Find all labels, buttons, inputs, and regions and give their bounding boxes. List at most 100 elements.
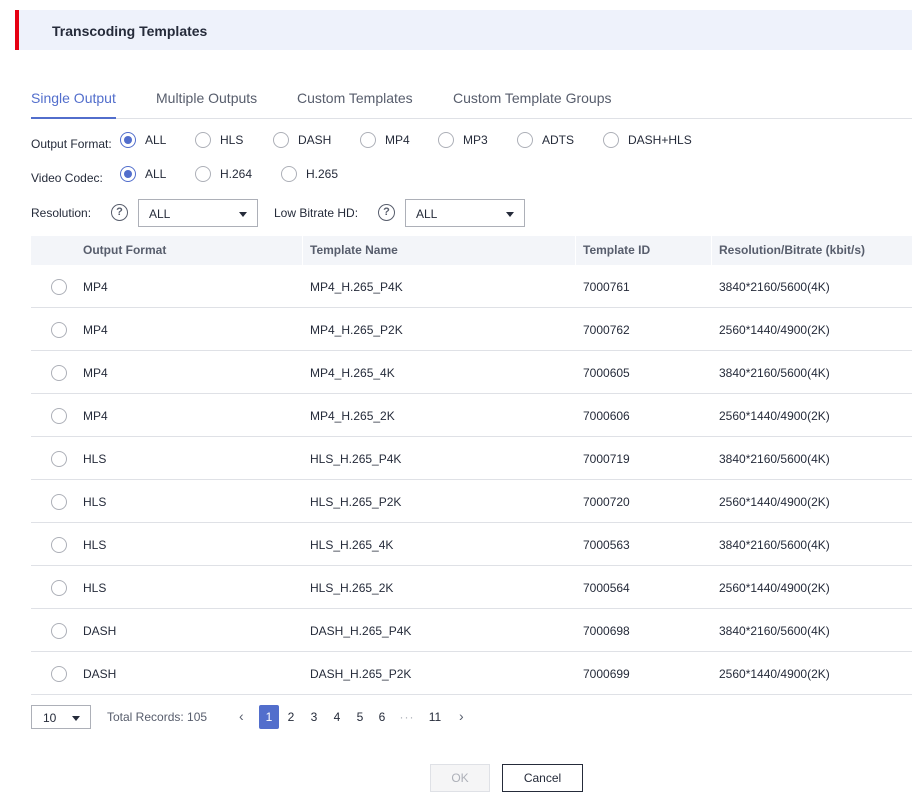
page-2-button[interactable]: 2	[281, 705, 301, 729]
cell-output-format: MP4	[83, 323, 108, 337]
cell-output-format: MP4	[83, 280, 108, 294]
cell-output-format: MP4	[83, 366, 108, 380]
table-row[interactable]: MP4 MP4_H.265_4K 7000605 3840*2160/5600(4K)	[31, 351, 912, 394]
row-radio-button[interactable]	[51, 365, 67, 381]
cell-output-format: MP4	[83, 409, 108, 423]
row-radio-button[interactable]	[51, 451, 67, 467]
cell-output-format: HLS	[83, 538, 107, 552]
video-codec-label: Video Codec:	[31, 171, 103, 185]
table-row[interactable]: HLS HLS_H.265_4K 7000563 3840*2160/5600(4K)	[31, 523, 912, 566]
output-format-option-all[interactable]: ALL	[120, 132, 166, 148]
total-records: Total Records: 105	[107, 710, 208, 724]
cell-template-name: HLS_H.265_P4K	[310, 452, 402, 466]
chevron-down-icon	[506, 212, 514, 217]
video-codec-option-all[interactable]: ALL	[120, 166, 166, 182]
templates-table: Output Format Template Name Template ID …	[31, 236, 912, 695]
question-circle-icon[interactable]: ?	[111, 204, 128, 221]
output-format-label: Output Format:	[31, 137, 112, 151]
tab-custom-template-groups[interactable]: Custom Template Groups	[453, 90, 611, 106]
output-format-option-dash[interactable]: DASH	[273, 132, 331, 148]
cell-resolution-bitrate: 3840*2160/5600(4K)	[719, 280, 830, 294]
page-5-button[interactable]: 5	[350, 705, 370, 729]
tab-single-output[interactable]: Single Output	[31, 90, 116, 119]
cell-output-format: HLS	[83, 581, 107, 595]
cancel-button[interactable]: Cancel	[502, 764, 583, 792]
radio-circle	[195, 132, 211, 148]
table-row[interactable]: HLS HLS_H.265_2K 7000564 2560*1440/4900(2K)	[31, 566, 912, 609]
row-radio-button[interactable]	[51, 537, 67, 553]
cell-template-id: 7000605	[583, 366, 630, 380]
table-row[interactable]: DASH DASH_H.265_P4K 7000698 3840*2160/5600(…	[31, 609, 912, 652]
radio-circle	[360, 132, 376, 148]
tab-multiple-outputs[interactable]: Multiple Outputs	[156, 90, 257, 106]
output-format-option-mp3[interactable]: MP3	[438, 132, 488, 148]
row-radio-button[interactable]	[51, 279, 67, 295]
column-header-resolution-bitrate: Resolution/Bitrate (kbit/s)	[710, 236, 865, 265]
ok-button[interactable]: OK	[430, 764, 490, 792]
tab-custom-templates[interactable]: Custom Templates	[297, 90, 413, 106]
header-accent-bar	[15, 10, 19, 50]
table-row[interactable]: MP4 MP4_H.265_P4K 7000761 3840*2160/5600(4K…	[31, 265, 912, 308]
page-11-button[interactable]: 11	[425, 705, 445, 729]
page-6-button[interactable]: 6	[372, 705, 392, 729]
cell-output-format: HLS	[83, 495, 107, 509]
output-format-option-mp4[interactable]: MP4	[360, 132, 410, 148]
cell-template-id: 7000761	[583, 280, 630, 294]
cell-template-name: DASH_H.265_P4K	[310, 624, 412, 638]
low-bitrate-hd-label: Low Bitrate HD:	[274, 206, 359, 220]
row-radio-button[interactable]	[51, 322, 67, 338]
radio-circle	[120, 166, 136, 182]
cell-resolution-bitrate: 3840*2160/5600(4K)	[719, 538, 830, 552]
radio-circle	[195, 166, 211, 182]
page-ellipsis: ···	[399, 710, 415, 724]
cell-template-id: 7000563	[583, 538, 630, 552]
radio-circle	[517, 132, 533, 148]
output-format-option-hls[interactable]: HLS	[195, 132, 243, 148]
radio-circle	[603, 132, 619, 148]
cell-template-name: HLS_H.265_4K	[310, 538, 394, 552]
cell-template-id: 7000720	[583, 495, 630, 509]
table-row[interactable]: MP4 MP4_H.265_2K 7000606 2560*1440/4900(2K)	[31, 394, 912, 437]
cell-template-id: 7000606	[583, 409, 630, 423]
question-circle-icon[interactable]: ?	[378, 204, 395, 221]
chevron-right-icon[interactable]: ›	[459, 708, 464, 724]
cell-output-format: DASH	[83, 624, 117, 638]
resolution-select[interactable]: ALL	[138, 199, 258, 227]
cell-resolution-bitrate: 2560*1440/4900(2K)	[719, 667, 830, 681]
cell-template-id: 7000762	[583, 323, 630, 337]
cell-template-name: MP4_H.265_2K	[310, 409, 395, 423]
output-format-option-adts[interactable]: ADTS	[517, 132, 574, 148]
video-codec-option-h264[interactable]: H.264	[195, 166, 252, 182]
page-title: Transcoding Templates	[52, 23, 208, 39]
row-radio-button[interactable]	[51, 494, 67, 510]
cell-template-name: HLS_H.265_P2K	[310, 495, 402, 509]
table-row[interactable]: HLS HLS_H.265_P4K 7000719 3840*2160/5600(4K…	[31, 437, 912, 480]
cell-template-name: DASH_H.265_P2K	[310, 667, 412, 681]
row-radio-button[interactable]	[51, 623, 67, 639]
radio-circle	[438, 132, 454, 148]
row-radio-button[interactable]	[51, 408, 67, 424]
table-row[interactable]: HLS HLS_H.265_P2K 7000720 2560*1440/4900(2K…	[31, 480, 912, 523]
chevron-down-icon	[239, 212, 247, 217]
page-4-button[interactable]: 4	[327, 705, 347, 729]
column-header-output-format: Output Format	[83, 243, 167, 257]
row-radio-button[interactable]	[51, 580, 67, 596]
video-codec-option-h265[interactable]: H.265	[281, 166, 338, 182]
cell-template-id: 7000698	[583, 624, 630, 638]
cell-template-id: 7000564	[583, 581, 630, 595]
table-header: Output Format Template Name Template ID …	[31, 236, 912, 265]
low-bitrate-hd-select[interactable]: ALL	[405, 199, 525, 227]
table-row[interactable]: DASH DASH_H.265_P2K 7000699 2560*1440/4900(…	[31, 652, 912, 695]
page-1-button[interactable]: 1	[259, 705, 279, 729]
page-3-button[interactable]: 3	[304, 705, 324, 729]
cell-template-id: 7000699	[583, 667, 630, 681]
output-format-option-dash-hls[interactable]: DASH+HLS	[603, 132, 692, 148]
resolution-label: Resolution:	[31, 206, 92, 220]
chevron-left-icon[interactable]: ‹	[239, 708, 244, 724]
column-header-template-id: Template ID	[574, 236, 650, 265]
radio-circle	[281, 166, 297, 182]
page-size-select[interactable]: 10	[31, 705, 91, 729]
table-row[interactable]: MP4 MP4_H.265_P2K 7000762 2560*1440/4900(2K…	[31, 308, 912, 351]
cell-resolution-bitrate: 2560*1440/4900(2K)	[719, 581, 830, 595]
row-radio-button[interactable]	[51, 666, 67, 682]
